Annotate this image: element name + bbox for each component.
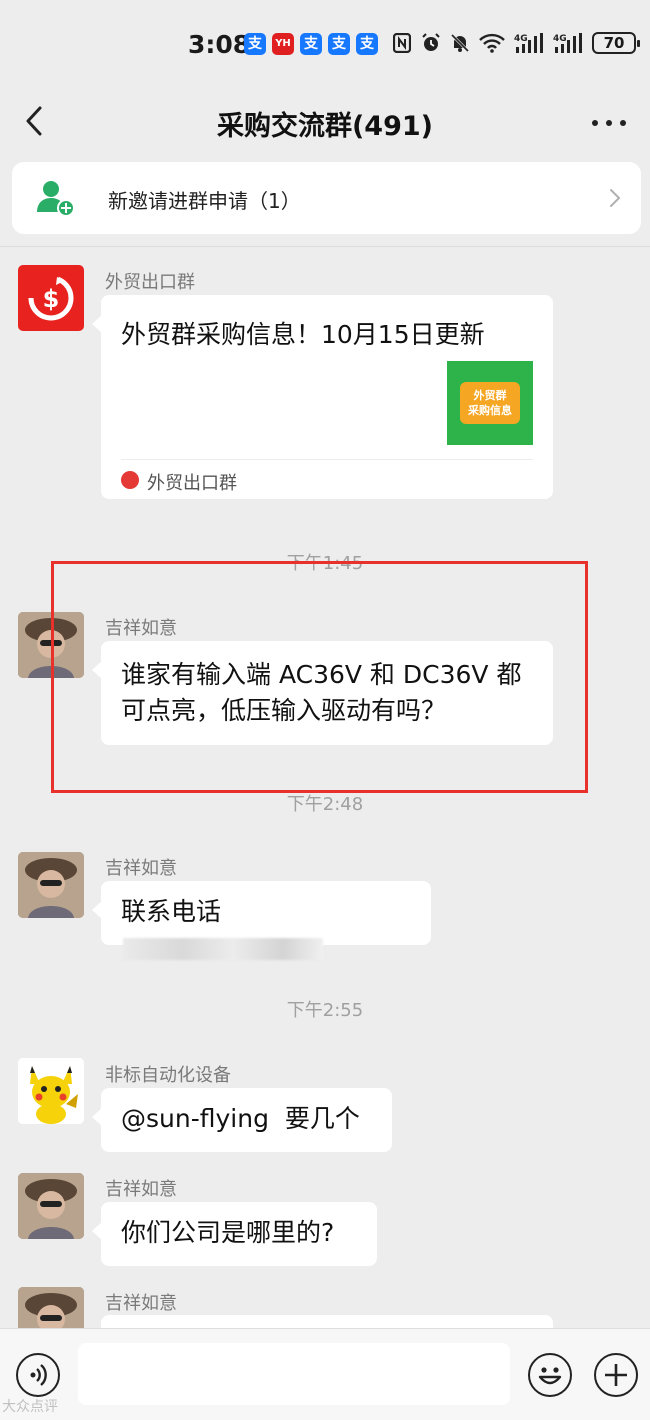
share-source: 外贸出口群 [147,473,237,494]
share-thumbnail: 外贸群 采购信息 [447,361,533,445]
app-red-icon: YH [272,33,294,55]
battery-icon: 70 [592,32,640,54]
chat-input-bar [0,1328,650,1420]
more-actions-button[interactable] [594,1353,638,1397]
svg-text:4G: 4G [514,34,528,44]
plus-icon [605,1364,627,1386]
system-icons: 4G 4G 70 [392,32,640,54]
message-bubble[interactable]: 你们公司是哪里的? [92,1202,377,1266]
emoji-button[interactable] [528,1353,572,1397]
sender-name: 吉祥如意 [105,1179,177,1200]
user-photo-icon [18,1173,84,1239]
svg-text:$: $ [43,285,60,313]
avatar[interactable] [18,1287,84,1328]
invite-label: 新邀请进群申请（1） [108,189,301,213]
user-photo-icon [18,1287,84,1328]
alipay-icon: 支 [244,33,266,55]
alarm-icon [421,32,441,54]
wifi-icon [479,32,505,54]
sender-name: 吉祥如意 [105,1293,177,1314]
add-member-icon [36,178,76,218]
chat-header: 采购交流群(491) [0,90,650,154]
notification-icons: 支 YH 支 支 支 [244,33,378,55]
divider [0,246,650,247]
divider [121,459,533,460]
source-logo-icon [121,471,139,489]
message-bubble[interactable] [101,1315,553,1328]
message-bubble[interactable]: 联系电话 [92,881,431,960]
voice-icon [30,1364,47,1386]
avatar[interactable] [18,1173,84,1239]
alipay-icon: 支 [300,33,322,55]
message-bubble[interactable]: @sun-flying 要几个 [92,1088,392,1152]
alipay-icon: 支 [356,33,378,55]
dot-icon [620,120,626,126]
sender-name: 非标自动化设备 [105,1065,231,1086]
group-invite-banner[interactable]: 新邀请进群申请（1） [12,162,641,234]
pikachu-avatar-icon [18,1058,84,1124]
thumb-line: 外贸群 [473,389,507,402]
avatar[interactable] [18,1058,84,1124]
signal-4g-icon: 4G [514,32,544,54]
user-photo-icon [18,852,84,918]
currency-logo-icon: $ [27,274,74,321]
timestamp: 下午2:48 [286,794,364,815]
signal-4g-icon: 4G [553,32,583,54]
smiley-icon [538,1367,562,1385]
more-options-button[interactable] [592,120,626,128]
redacted-phone-number [123,938,323,960]
avatar[interactable]: $ [18,265,84,331]
shared-link-card[interactable]: 外贸群采购信息！10月15日更新 外贸群 采购信息 外贸出口群 [92,295,553,499]
chat-title: 采购交流群(491) [216,111,434,142]
thumb-line: 采购信息 [468,404,512,417]
dot-icon [606,120,612,126]
message-text: 你们公司是哪里的? [121,1218,335,1247]
svg-text:4G: 4G [553,34,567,44]
sender-name: 外贸出口群 [105,272,195,293]
mute-bell-icon [450,32,470,54]
sender-name: 吉祥如意 [105,858,177,879]
status-bar: 3:08 支 YH 支 支 支 4G 4G 70 [0,0,650,90]
share-title: 外贸群采购信息！10月15日更新 [121,320,485,349]
alipay-icon: 支 [328,33,350,55]
dot-icon [592,120,598,126]
message-text: @sun-flying 要几个 [121,1104,360,1133]
message-input[interactable] [78,1343,510,1405]
message-text: 联系电话 [121,897,222,926]
chevron-right-icon [608,186,622,210]
watermark: 大众点评 [2,1399,58,1415]
voice-input-button[interactable] [16,1353,60,1397]
timestamp: 下午2:55 [286,1000,364,1021]
status-time: 3:08 [188,30,251,59]
avatar[interactable] [18,852,84,918]
nfc-icon [392,32,412,54]
highlight-box [51,561,588,793]
